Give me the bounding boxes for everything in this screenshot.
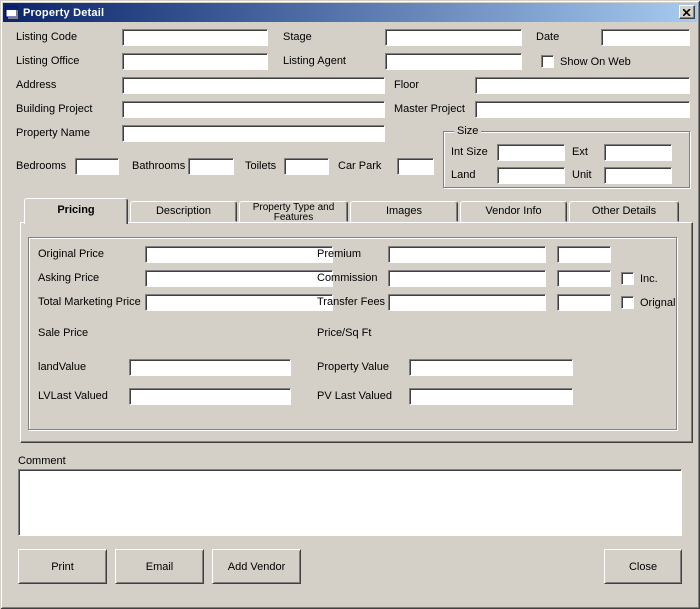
bathrooms-input[interactable] [188, 158, 234, 175]
tab-description[interactable]: Description [130, 201, 237, 222]
lv-last-valued-input[interactable] [129, 388, 291, 405]
pv-last-valued-label: PV Last Valued [317, 390, 393, 402]
commission-label: Commission [317, 272, 378, 284]
tab-images[interactable]: Images [350, 201, 458, 222]
commission-input[interactable] [388, 270, 546, 287]
tab-pricing[interactable]: Pricing [24, 198, 128, 224]
close-window-button[interactable] [679, 5, 695, 19]
email-button[interactable]: Email [115, 549, 204, 584]
land-value-input[interactable] [129, 359, 291, 376]
asking-price-label: Asking Price [38, 272, 100, 284]
orignal-checkbox[interactable] [621, 296, 634, 309]
property-value-input[interactable] [409, 359, 573, 376]
car-park-input[interactable] [397, 158, 434, 175]
property-name-label: Property Name [16, 127, 90, 139]
pv-last-valued-input[interactable] [409, 388, 573, 405]
master-project-label: Master Project [394, 103, 465, 115]
price-sq-ft-label: Price/Sq Ft [317, 327, 372, 339]
bathrooms-label: Bathrooms [132, 160, 186, 172]
unit-input[interactable] [604, 167, 672, 184]
building-project-input[interactable] [122, 101, 385, 118]
comment-label: Comment [18, 455, 66, 467]
inc-checkbox[interactable] [621, 272, 634, 285]
stage-input[interactable] [385, 29, 522, 46]
window-title: Property Detail [23, 6, 105, 19]
property-value-label: Property Value [317, 361, 389, 373]
add-vendor-button[interactable]: Add Vendor [212, 549, 301, 584]
close-button[interactable]: Close [604, 549, 682, 584]
toilets-label: Toilets [245, 160, 277, 172]
listing-code-label: Listing Code [16, 31, 78, 43]
land-label: Land [451, 169, 476, 181]
property-detail-window: Property Detail Listing Code Stage Date … [0, 0, 700, 609]
title-bar: Property Detail [3, 3, 697, 22]
asking-price-input[interactable] [145, 270, 333, 287]
ext-label: Ext [572, 146, 588, 158]
premium-label: Premium [317, 248, 362, 260]
land-input[interactable] [497, 167, 565, 184]
sale-price-label: Sale Price [38, 327, 89, 339]
comment-textarea[interactable] [18, 469, 682, 536]
original-price-label: Original Price [38, 248, 105, 260]
form-icon [5, 6, 18, 19]
address-label: Address [16, 79, 57, 91]
listing-office-label: Listing Office [16, 55, 80, 67]
size-group-caption: Size [454, 125, 482, 138]
premium-input[interactable] [388, 246, 546, 263]
unit-label: Unit [572, 169, 592, 181]
bedrooms-label: Bedrooms [16, 160, 67, 172]
show-on-web-checkbox[interactable] [541, 55, 554, 68]
listing-agent-label: Listing Agent [283, 55, 346, 67]
int-size-input[interactable] [497, 144, 565, 161]
listing-agent-input[interactable] [385, 53, 522, 70]
lv-last-valued-label: LVLast Valued [38, 390, 108, 402]
date-input[interactable] [601, 29, 690, 46]
toilets-input[interactable] [284, 158, 329, 175]
transfer-fees-label: Transfer Fees [317, 296, 386, 308]
floor-input[interactable] [475, 77, 690, 94]
transfer-fees-input[interactable] [388, 294, 546, 311]
building-project-label: Building Project [16, 103, 93, 115]
tab-property-type-and-features[interactable]: Property Type and Features [239, 201, 348, 222]
listing-code-input[interactable] [122, 29, 268, 46]
total-marketing-price-label: Total Marketing Price [38, 296, 141, 308]
original-price-input[interactable] [145, 246, 333, 263]
floor-label: Floor [394, 79, 420, 91]
orignal-label: Orignal [640, 297, 676, 309]
listing-office-input[interactable] [122, 53, 268, 70]
transfer-fees-extra-input[interactable] [557, 294, 611, 311]
ext-input[interactable] [604, 144, 672, 161]
master-project-input[interactable] [475, 101, 690, 118]
stage-label: Stage [283, 31, 312, 43]
close-icon [683, 8, 691, 16]
premium-extra-input[interactable] [557, 246, 611, 263]
car-park-label: Car Park [338, 160, 382, 172]
address-input[interactable] [122, 77, 385, 94]
commission-extra-input[interactable] [557, 270, 611, 287]
property-name-input[interactable] [122, 125, 385, 142]
tab-vendor-info[interactable]: Vendor Info [460, 201, 567, 222]
int-size-label: Int Size [451, 146, 488, 158]
show-on-web-label: Show On Web [560, 56, 631, 68]
inc-label: Inc. [640, 273, 658, 285]
tab-other-details[interactable]: Other Details [569, 201, 679, 222]
bedrooms-input[interactable] [75, 158, 119, 175]
date-label: Date [536, 31, 560, 43]
total-marketing-price-input[interactable] [145, 294, 333, 311]
land-value-label: landValue [38, 361, 87, 373]
print-button[interactable]: Print [18, 549, 107, 584]
